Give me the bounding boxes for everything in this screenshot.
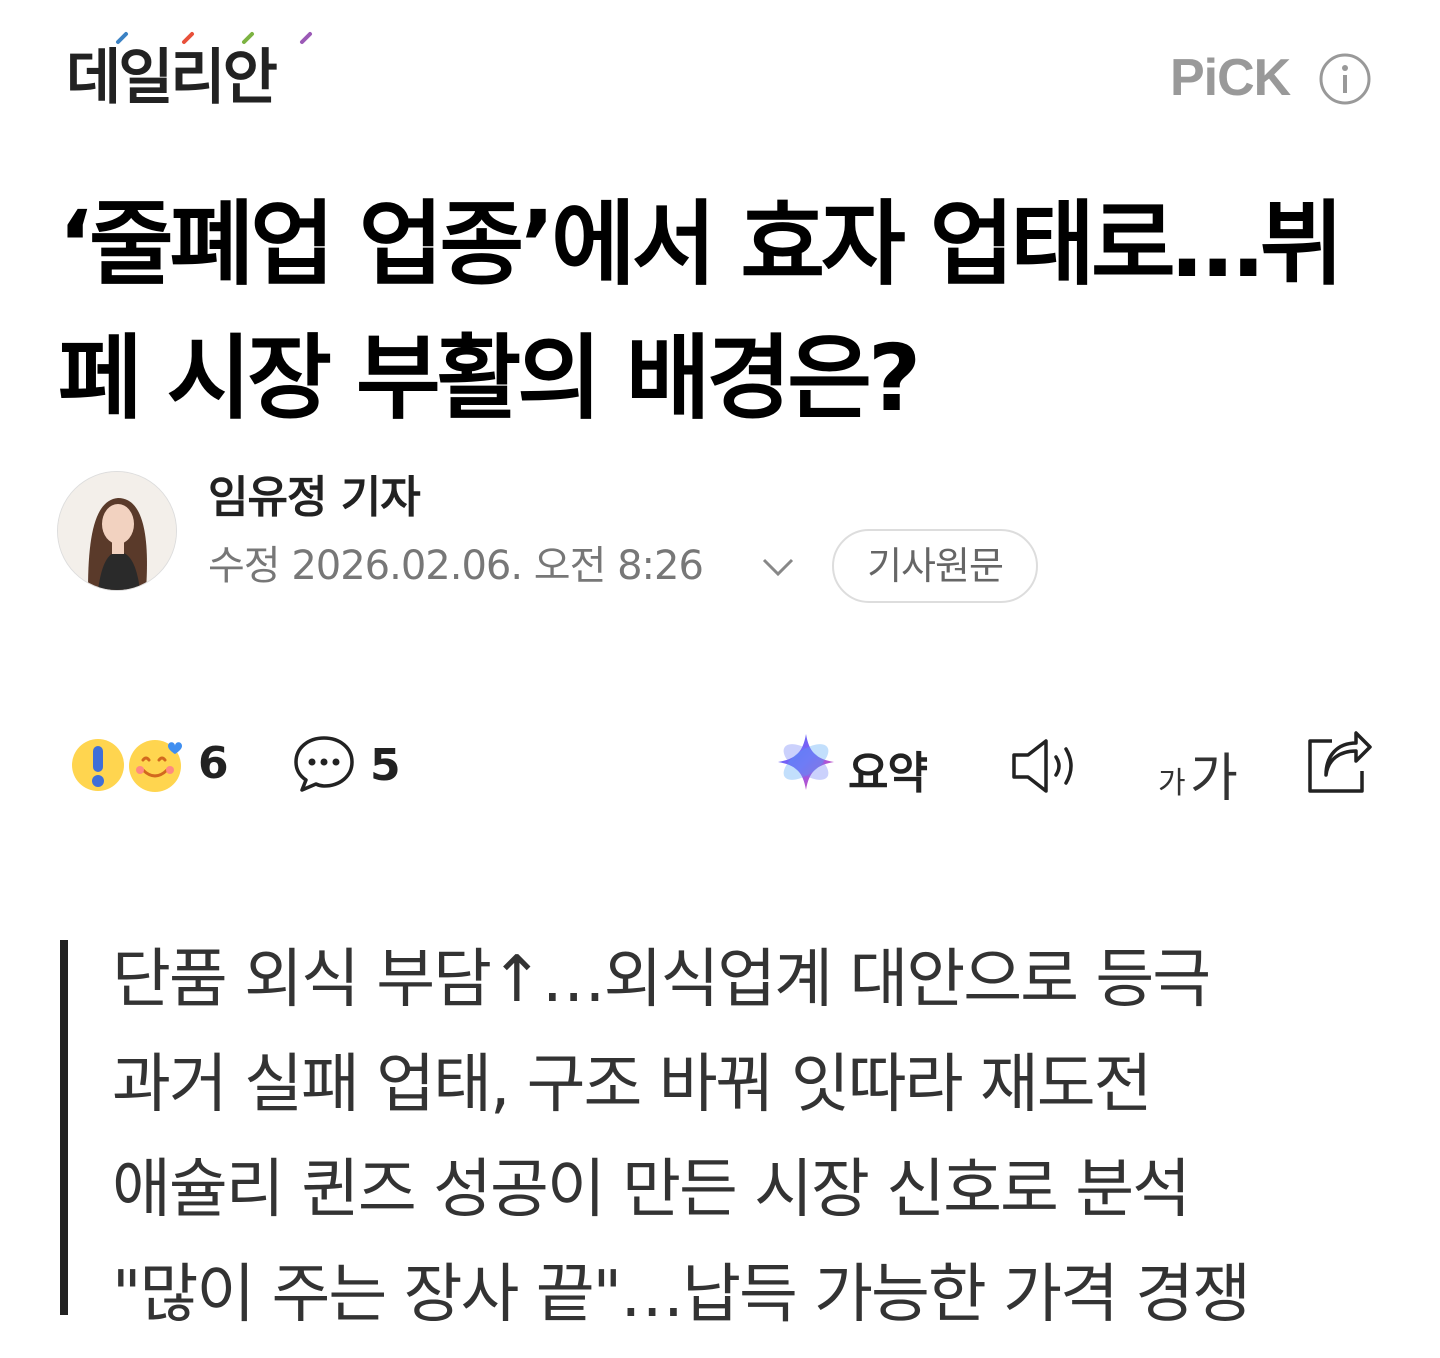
reaction-count[interactable]: 6 [198, 738, 229, 789]
article-title: ‘줄폐업 업종’에서 효자 업태로…뷔페 시장 부활의 배경은? [58, 191, 1344, 432]
summary-button[interactable]: 요약 [848, 737, 928, 801]
summary-line: 단품 외식 부담↑…외식업계 대안으로 등극 [112, 943, 1211, 1017]
article-date: 수정 2026.02.06. 오전 8:26 [208, 543, 704, 589]
header-bar: 데일리안 PiCK [0, 0, 1440, 150]
reporter-name[interactable]: 임유정 기자 [208, 473, 421, 522]
chevron-down-icon[interactable] [760, 552, 796, 582]
summary-line: 애슐리 퀸즈 성공이 만든 시장 신호로 분석 [112, 1153, 1191, 1227]
reporter-avatar[interactable] [57, 471, 177, 591]
share-icon[interactable] [1304, 731, 1374, 795]
original-article-button[interactable]: 기사원문 [832, 529, 1038, 603]
info-icon[interactable] [1319, 53, 1371, 105]
ai-sparkle-icon[interactable] [776, 732, 836, 792]
summary-line: 과거 실패 업태, 구조 바꿔 잇따라 재도전 [112, 1048, 1153, 1122]
comment-icon[interactable] [292, 734, 356, 794]
speaker-icon[interactable] [1010, 737, 1084, 795]
reporter-photo [58, 472, 176, 590]
smile-emoji-icon[interactable] [125, 732, 187, 794]
font-size-large-glyph: 가 [1190, 749, 1238, 809]
font-size-button[interactable]: 가 가 [1158, 732, 1248, 809]
logo-text: 데일리안 [66, 43, 278, 113]
article-summary: 단품 외식 부담↑…외식업계 대안으로 등극 과거 실패 업태, 구조 바꿔 잇… [112, 928, 1372, 1348]
pick-label[interactable]: PiCK [1170, 52, 1291, 104]
summary-line: "많이 주는 장사 끝"…납득 가능한 가격 경쟁 [112, 1258, 1251, 1332]
font-size-small-glyph: 가 [1158, 766, 1186, 801]
comment-count[interactable]: 5 [370, 740, 401, 791]
surprise-emoji-icon[interactable] [70, 737, 126, 793]
